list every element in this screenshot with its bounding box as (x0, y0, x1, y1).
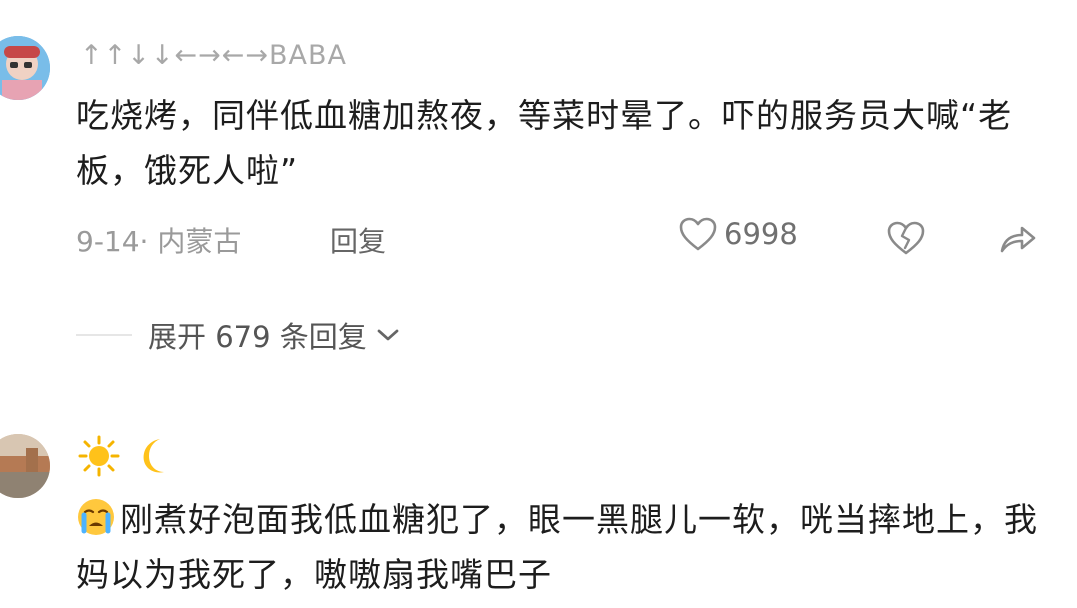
username[interactable] (78, 432, 174, 480)
reply-button[interactable]: 回复 (330, 220, 386, 260)
comment-meta-row: 9-14· 内蒙古 回复 6998 (76, 214, 1046, 262)
broken-heart-icon[interactable] (886, 220, 926, 256)
crying-face-emoji-icon (78, 499, 114, 535)
comment-text: 吃烧烤，同伴低血糖加熬夜，等菜时晕了。吓的服务员大喊“老板，饿死人啦” (76, 96, 1013, 190)
heart-outline-icon (679, 217, 717, 251)
comment-text-content: 刚煮好泡面我低血糖犯了，眼一黑腿儿一软，咣当摔地上，我妈以为我死了，嗷嗷扇我嘴巴… (76, 500, 1038, 594)
avatar[interactable] (0, 434, 50, 498)
date-location: 9-14· 内蒙古 (76, 225, 242, 258)
crescent-moon-emoji-icon (143, 439, 164, 473)
avatar[interactable] (0, 36, 50, 100)
chevron-down-icon (377, 329, 399, 341)
sun-emoji-icon (78, 435, 120, 477)
expand-replies-button[interactable]: 展开 679 条回复 (148, 314, 401, 356)
avatar-image (0, 434, 50, 498)
expand-replies-row: 展开 679 条回复 (76, 310, 401, 360)
comment-text: 刚煮好泡面我低血糖犯了，眼一黑腿儿一软，咣当摔地上，我妈以为我死了，嗷嗷扇我嘴巴… (76, 492, 1056, 602)
divider-line (76, 334, 132, 336)
share-arrow-icon[interactable] (998, 222, 1038, 256)
username[interactable]: ↑↑↓↓←→←→BABA (80, 40, 347, 71)
comment-item: ↑↑↓↓←→←→BABA 吃烧烤，同伴低血糖加熬夜，等菜时晕了。吓的服务员大喊“… (0, 0, 1077, 354)
like-count: 6998 (724, 217, 798, 251)
expand-replies-label: 展开 679 条回复 (148, 320, 367, 354)
avatar-image (0, 36, 50, 100)
like-button[interactable]: 6998 (678, 216, 798, 252)
comment-item: 刚煮好泡面我低血糖犯了，眼一黑腿儿一软，咣当摔地上，我妈以为我死了，嗷嗷扇我嘴巴… (0, 420, 1077, 608)
